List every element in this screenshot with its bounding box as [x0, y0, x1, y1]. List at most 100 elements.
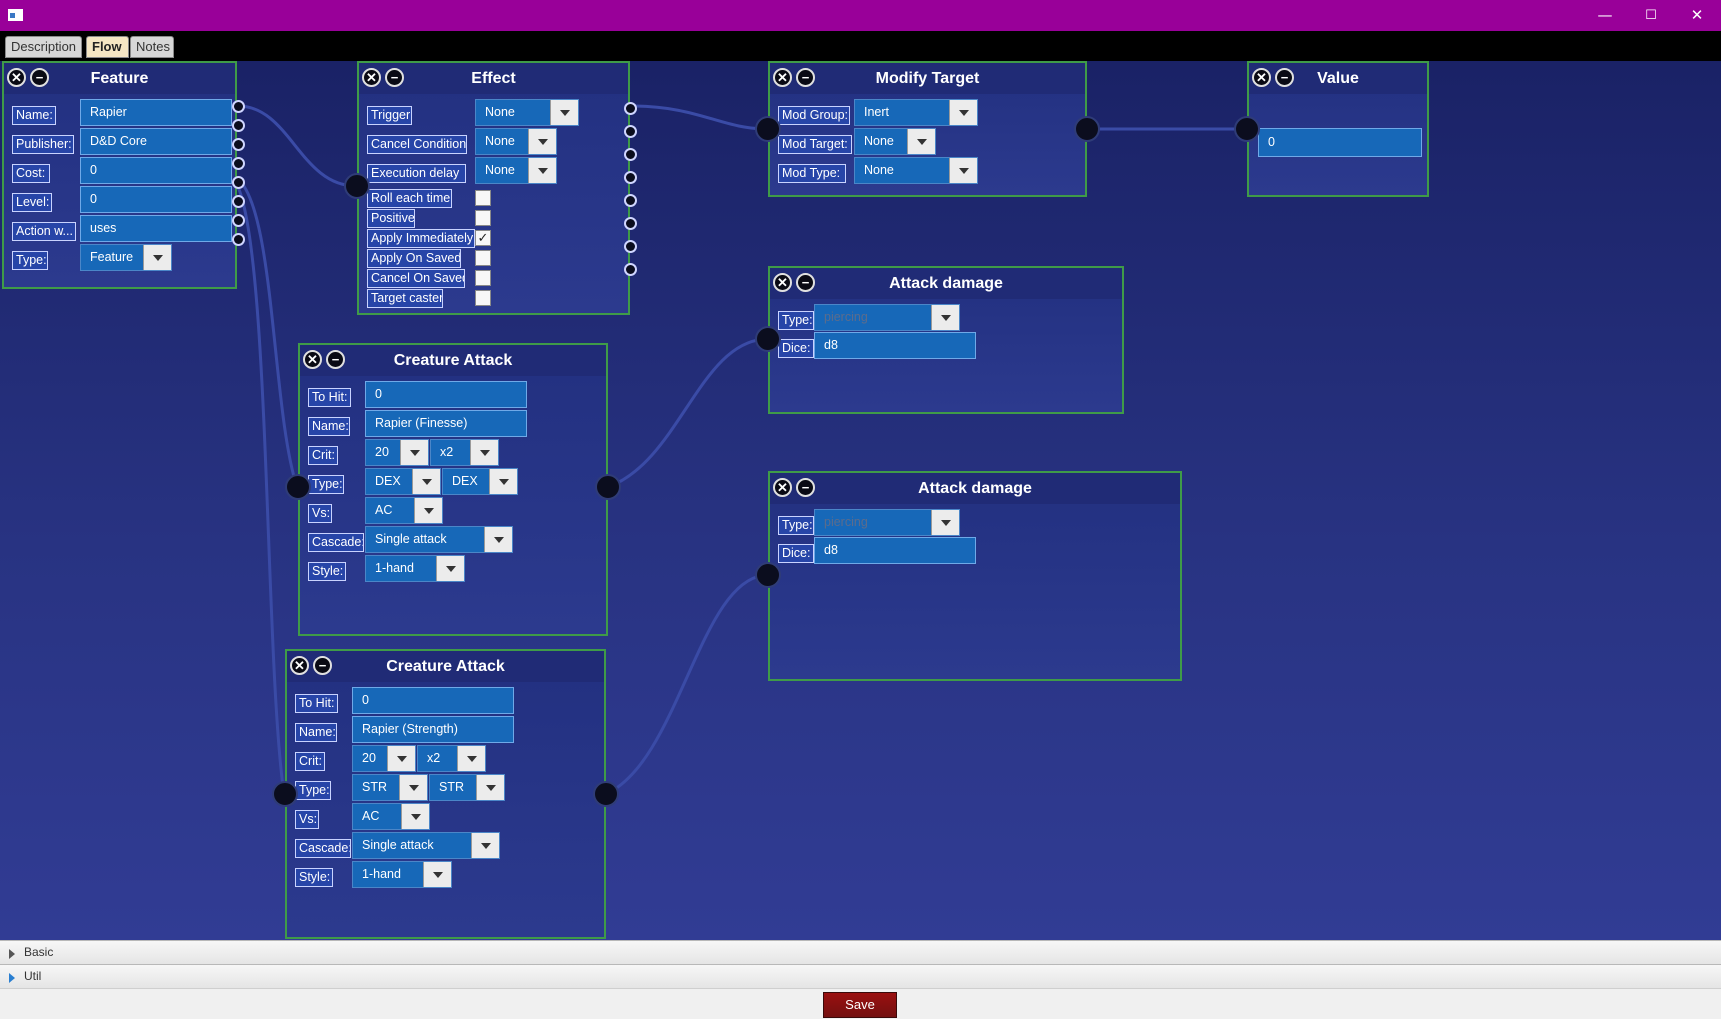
style-select[interactable]: 1-hand: [365, 555, 465, 582]
close-node-icon[interactable]: ✕: [303, 350, 322, 369]
output-port[interactable]: [624, 194, 637, 207]
type-select[interactable]: DEX: [365, 468, 441, 495]
output-port[interactable]: [232, 119, 245, 132]
tab-flow[interactable]: Flow: [86, 36, 129, 58]
crit-multiplier-select[interactable]: x2: [417, 745, 486, 772]
type-select[interactable]: STR: [429, 774, 505, 801]
name-field[interactable]: Rapier: [80, 99, 232, 126]
output-port[interactable]: [232, 195, 245, 208]
effect-node[interactable]: Effect ✕ − Trigger None Cancel Condition…: [357, 61, 637, 315]
output-port[interactable]: [624, 171, 637, 184]
collapse-node-icon[interactable]: −: [1275, 68, 1294, 87]
feature-node[interactable]: Feature ✕ − Name: Rapier Publisher: D&D …: [2, 61, 245, 289]
close-node-icon[interactable]: ✕: [1252, 68, 1271, 87]
output-port[interactable]: [624, 263, 637, 276]
close-node-icon[interactable]: ✕: [290, 656, 309, 675]
level-field[interactable]: 0: [80, 186, 232, 213]
modify-target-output-port[interactable]: [1074, 116, 1100, 142]
cancel-condition-select[interactable]: None: [475, 128, 557, 155]
close-node-icon[interactable]: ✕: [773, 68, 792, 87]
close-node-icon[interactable]: ✕: [362, 68, 381, 87]
collapse-node-icon[interactable]: −: [30, 68, 49, 87]
collapse-node-icon[interactable]: −: [385, 68, 404, 87]
creature-attack-input-port[interactable]: [272, 781, 298, 807]
action-field[interactable]: uses: [80, 215, 232, 242]
style-select[interactable]: 1-hand: [352, 861, 452, 888]
effect-input-port[interactable]: [344, 173, 370, 199]
mod-target-select[interactable]: None: [854, 128, 936, 155]
save-button[interactable]: Save: [823, 992, 897, 1018]
attack-damage-node[interactable]: Attack damage ✕ − Type: piercing Dice: d…: [768, 266, 1124, 414]
cascade-select[interactable]: Single attack: [352, 832, 500, 859]
creature-attack-node[interactable]: Creature Attack ✕ − To Hit: 0 Name: Rapi…: [298, 343, 608, 636]
output-port[interactable]: [232, 100, 245, 113]
util-panel-header[interactable]: Util: [0, 964, 1721, 989]
apply-immediately-checkbox[interactable]: ✓: [475, 230, 491, 246]
collapse-node-icon[interactable]: −: [796, 68, 815, 87]
value-field[interactable]: 0: [1258, 128, 1422, 157]
creature-attack-output-port[interactable]: [595, 474, 621, 500]
execution-delay-select[interactable]: None: [475, 157, 557, 184]
cost-field[interactable]: 0: [80, 157, 232, 184]
crit-range-select[interactable]: 20: [365, 439, 429, 466]
positive-checkbox[interactable]: [475, 210, 491, 226]
attack-damage-node[interactable]: Attack damage ✕ − Type: piercing Dice: d…: [768, 471, 1182, 681]
cancel-on-saved-checkbox[interactable]: [475, 270, 491, 286]
output-port[interactable]: [232, 176, 245, 189]
name-field[interactable]: Rapier (Finesse): [365, 410, 527, 437]
creature-attack-output-port[interactable]: [593, 781, 619, 807]
close-node-icon[interactable]: ✕: [773, 273, 792, 292]
output-port[interactable]: [624, 125, 637, 138]
collapse-node-icon[interactable]: −: [313, 656, 332, 675]
tab-notes[interactable]: Notes: [130, 36, 174, 58]
damage-type-select[interactable]: piercing: [814, 304, 960, 331]
output-port[interactable]: [232, 157, 245, 170]
vs-select[interactable]: AC: [365, 497, 443, 524]
collapse-node-icon[interactable]: −: [796, 478, 815, 497]
cascade-select[interactable]: Single attack: [365, 526, 513, 553]
attack-damage-input-port[interactable]: [755, 326, 781, 352]
close-node-icon[interactable]: ✕: [7, 68, 26, 87]
output-port[interactable]: [232, 233, 245, 246]
publisher-field[interactable]: D&D Core: [80, 128, 232, 155]
output-port[interactable]: [232, 214, 245, 227]
damage-type-select[interactable]: piercing: [814, 509, 960, 536]
to-hit-field[interactable]: 0: [365, 381, 527, 408]
output-port[interactable]: [624, 240, 637, 253]
to-hit-field[interactable]: 0: [352, 687, 514, 714]
dice-field[interactable]: d8: [814, 332, 976, 359]
output-port[interactable]: [624, 102, 637, 115]
tab-description[interactable]: Description: [5, 36, 82, 58]
dice-field[interactable]: d8: [814, 537, 976, 564]
type-select[interactable]: STR: [352, 774, 428, 801]
mod-group-select[interactable]: Inert: [854, 99, 978, 126]
basic-panel-header[interactable]: Basic: [0, 940, 1721, 965]
output-port[interactable]: [624, 217, 637, 230]
modify-target-node[interactable]: Modify Target ✕ − Mod Group: Inert Mod T…: [768, 61, 1087, 197]
mod-type-select[interactable]: None: [854, 157, 978, 184]
roll-each-time-checkbox[interactable]: [475, 190, 491, 206]
creature-attack-input-port[interactable]: [285, 474, 311, 500]
value-input-port[interactable]: [1234, 116, 1260, 142]
apply-on-saved-checkbox[interactable]: [475, 250, 491, 266]
crit-range-select[interactable]: 20: [352, 745, 416, 772]
crit-multiplier-select[interactable]: x2: [430, 439, 499, 466]
close-node-icon[interactable]: ✕: [773, 478, 792, 497]
modify-target-input-port[interactable]: [755, 116, 781, 142]
value-node[interactable]: Value ✕ − 0: [1247, 61, 1429, 197]
maximize-button[interactable]: ☐: [1628, 0, 1674, 31]
target-caster-checkbox[interactable]: [475, 290, 491, 306]
vs-select[interactable]: AC: [352, 803, 430, 830]
collapse-node-icon[interactable]: −: [796, 273, 815, 292]
type-select[interactable]: Feature: [80, 244, 172, 271]
name-field[interactable]: Rapier (Strength): [352, 716, 514, 743]
creature-attack-node[interactable]: Creature Attack ✕ − To Hit: 0 Name: Rapi…: [285, 649, 606, 939]
close-window-button[interactable]: ✕: [1674, 0, 1720, 31]
type-select[interactable]: DEX: [442, 468, 518, 495]
flow-canvas[interactable]: Feature ✕ − Name: Rapier Publisher: D&D …: [0, 61, 1721, 940]
output-port[interactable]: [624, 148, 637, 161]
minimize-button[interactable]: —: [1582, 0, 1628, 31]
output-port[interactable]: [232, 138, 245, 151]
attack-damage-input-port[interactable]: [755, 562, 781, 588]
trigger-select[interactable]: None: [475, 99, 579, 126]
